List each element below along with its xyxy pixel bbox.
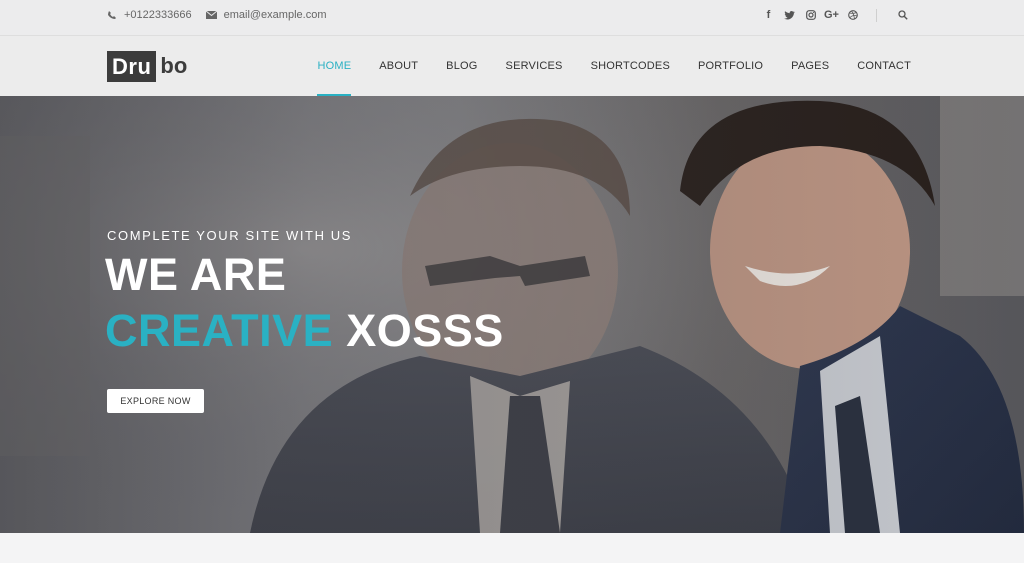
logo-box-text: Dru: [107, 50, 157, 82]
instagram-icon[interactable]: [801, 8, 820, 22]
email-address: email@example.com: [223, 9, 327, 21]
search-icon[interactable]: [893, 8, 912, 22]
nav-shortcodes[interactable]: SHORTCODES: [591, 36, 670, 96]
contact-info: +0122333666 email@example.com: [107, 0, 340, 30]
nav-about[interactable]: ABOUT: [379, 36, 418, 96]
page-bottom-section: [0, 533, 1024, 563]
divider: [876, 8, 877, 22]
hero-heading-line2: CREATIVE XOSSS: [105, 306, 504, 356]
main-nav: HOME ABOUT BLOG SERVICES SHORTCODES PORT…: [289, 36, 911, 96]
hero-banner: COMPLETE YOUR SITE WITH US WE ARE CREATI…: [0, 96, 1024, 533]
phone-item[interactable]: +0122333666: [107, 9, 192, 21]
twitter-icon[interactable]: [780, 8, 799, 22]
hero-heading-rest: XOSSS: [346, 305, 504, 356]
nav-contact[interactable]: CONTACT: [857, 36, 911, 96]
logo[interactable]: Dru bo: [107, 50, 187, 82]
top-bar: +0122333666 email@example.com f G+: [0, 0, 1024, 36]
email-item[interactable]: email@example.com: [205, 9, 327, 21]
main-header: Dru bo HOME ABOUT BLOG SERVICES SHORTCOD…: [0, 36, 1024, 96]
nav-blog[interactable]: BLOG: [446, 36, 477, 96]
social-links: f G+: [757, 0, 912, 30]
phone-icon: [108, 11, 116, 19]
facebook-icon[interactable]: f: [759, 8, 778, 22]
nav-home[interactable]: HOME: [317, 36, 352, 96]
logo-text: bo: [160, 53, 188, 78]
nav-services[interactable]: SERVICES: [506, 36, 563, 96]
dribbble-icon[interactable]: [843, 8, 862, 22]
nav-pages[interactable]: PAGES: [791, 36, 829, 96]
google-plus-icon[interactable]: G+: [822, 8, 841, 22]
hero-heading-line1: WE ARE: [105, 249, 287, 300]
nav-portfolio[interactable]: PORTFOLIO: [698, 36, 763, 96]
envelope-icon: [205, 11, 217, 19]
hero-subtitle: COMPLETE YOUR SITE WITH US: [107, 228, 353, 243]
explore-now-button[interactable]: EXPLORE NOW: [107, 389, 204, 413]
hero-heading-accent: CREATIVE: [105, 305, 334, 356]
phone-number: +0122333666: [124, 9, 192, 21]
